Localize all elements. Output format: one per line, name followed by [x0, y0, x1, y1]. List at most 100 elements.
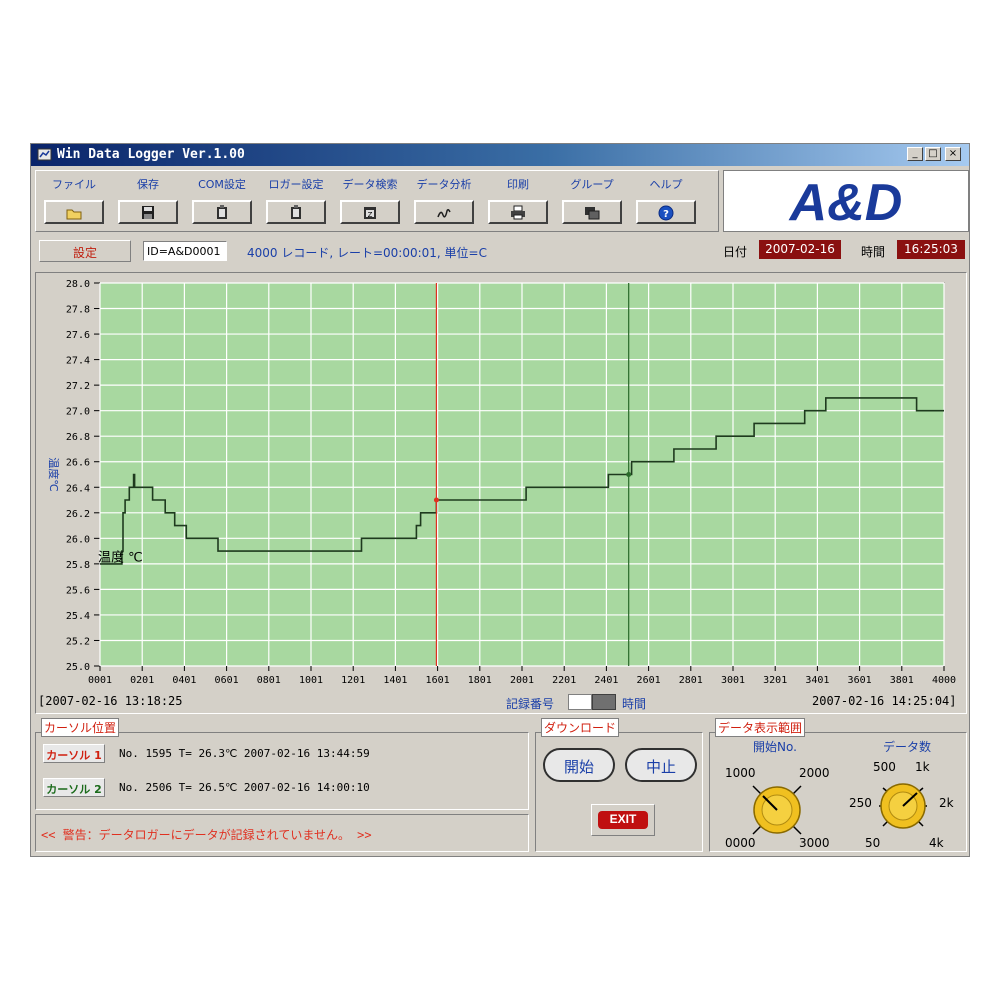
cursor1-label: カーソル 1: [46, 749, 102, 762]
toolbar-button[interactable]: ?: [636, 200, 696, 224]
y-tick-label: 25.0: [66, 662, 90, 673]
x-tick-label: 3401: [805, 675, 829, 686]
exit-badge: EXIT: [598, 811, 648, 829]
title-bar[interactable]: Win Data Logger Ver.1.00 _ □ ×: [31, 144, 969, 166]
toolbar-item: 保存: [115, 176, 181, 228]
cursor2-button[interactable]: カーソル 2: [43, 778, 105, 797]
y-tick-label: 26.4: [66, 483, 90, 494]
x-tick-label: 1201: [341, 675, 365, 686]
x-tick-label: 0001: [88, 675, 112, 686]
x-tick-label: 2001: [510, 675, 534, 686]
start-no-knob[interactable]: [747, 780, 807, 840]
y-tick-label: 25.4: [66, 611, 90, 622]
y-tick-label: 26.6: [66, 458, 90, 469]
toolbar-item: グループ: [559, 176, 625, 228]
chart-start-time: [2007-02-16 13:18:25: [38, 694, 183, 708]
toolbar-button[interactable]: [192, 200, 252, 224]
help-icon: ?: [658, 205, 674, 220]
x-tick-label: 0801: [257, 675, 281, 686]
x-tick-label: 0401: [172, 675, 196, 686]
and-logo-icon: A&D: [788, 174, 903, 232]
y-tick-label: 28.0: [66, 279, 90, 290]
exit-label: EXIT: [609, 812, 637, 826]
x-tick-label: 3601: [848, 675, 872, 686]
toolbar-item: データ検索 Z: [337, 176, 403, 228]
x-tick-label: 4000: [932, 675, 956, 686]
cursor-position-title: カーソル位置: [41, 718, 120, 737]
time-value: 16:25:03: [904, 242, 958, 256]
knob2-label-500: 500: [873, 760, 896, 774]
toolbar-label: データ分析: [416, 178, 472, 191]
signature-icon: [437, 208, 451, 218]
main-window: Win Data Logger Ver.1.00 _ □ × A&D 設定 ID…: [30, 143, 970, 857]
logger-id-field: ID=A&D0001: [143, 241, 227, 261]
x-axis-time-label: 時間: [622, 697, 647, 711]
close-button[interactable]: ×: [945, 147, 961, 161]
exit-button[interactable]: EXIT: [591, 804, 655, 836]
x-tick-label: 0601: [215, 675, 239, 686]
knob2-label-2k: 2k: [939, 796, 954, 810]
clipboard-icon: [291, 204, 301, 219]
y-tick-label: 27.4: [66, 356, 90, 367]
printer-icon: [511, 205, 525, 219]
svg-text:?: ?: [663, 209, 669, 220]
start-no-label: 開始No.: [753, 740, 797, 754]
y-tick-label: 26.8: [66, 432, 90, 443]
cursor-1-marker: [433, 497, 439, 503]
y-tick-label: 25.6: [66, 585, 90, 596]
knob2-label-4k: 4k: [929, 836, 944, 850]
toolbar-button[interactable]: Z: [340, 200, 400, 224]
y-tick-label: 27.0: [66, 407, 90, 418]
x-tick-label: 1601: [426, 675, 450, 686]
knob2-label-1k: 1k: [915, 760, 930, 774]
floppy-disk-icon: [142, 205, 154, 219]
toolbar-label: 保存: [137, 178, 159, 191]
x-tick-label: 0201: [130, 675, 154, 686]
y-tick-label: 26.2: [66, 509, 90, 520]
stop-download-button[interactable]: 中止: [625, 748, 697, 782]
y-tick-label: 27.6: [66, 330, 90, 341]
toolbar-label: 印刷: [507, 178, 529, 191]
y-tick-label: 26.0: [66, 534, 90, 545]
x-tick-label: 2801: [679, 675, 703, 686]
time-display: 16:25:03: [897, 240, 965, 259]
toolbar-label: ロガー設定: [268, 178, 324, 191]
maximize-button[interactable]: □: [925, 147, 941, 161]
data-count-label: データ数: [883, 740, 932, 754]
settings-button[interactable]: 設定: [39, 240, 131, 262]
toolbar-button[interactable]: [266, 200, 326, 224]
window-title: Win Data Logger Ver.1.00: [57, 147, 245, 162]
temperature-chart[interactable]: 25.0 25.2 25.4 25.6 25.8 26.0 26.2 26.4 26.6 26.8…: [36, 273, 966, 713]
start-download-button[interactable]: 開始: [543, 748, 615, 782]
x-axis-toggle[interactable]: [568, 694, 616, 710]
cursor1-button[interactable]: カーソル 1: [43, 744, 105, 763]
x-tick-label: 2201: [552, 675, 576, 686]
date-value: 2007-02-16: [765, 242, 835, 256]
cursor-position-group: [35, 732, 529, 810]
y-axis-label: 温度℃: [47, 457, 61, 491]
toolbar-label: ファイル: [52, 178, 96, 191]
series-label: 温度 ℃: [98, 549, 143, 565]
chart-panel: 25.0 25.2 25.4 25.6 25.8 26.0 26.2 26.4 26.6 26.8…: [35, 272, 967, 714]
x-tick-label: 2601: [637, 675, 661, 686]
toolbar-button[interactable]: [414, 200, 474, 224]
toolbar-button[interactable]: [488, 200, 548, 224]
toolbar-item: ヘルプ?: [633, 176, 699, 228]
toolbar-button[interactable]: [118, 200, 178, 224]
data-count-knob[interactable]: [873, 776, 933, 836]
knob1-label-2000: 2000: [799, 766, 830, 780]
logo: A&D: [723, 170, 969, 232]
toolbar-label: データ検索: [342, 178, 398, 191]
toolbar-item: COM設定: [189, 176, 255, 228]
knob1-label-1000: 1000: [725, 766, 756, 780]
toolbar-button[interactable]: [562, 200, 622, 224]
minimize-button[interactable]: _: [907, 147, 923, 161]
knob2-label-50: 50: [865, 836, 881, 850]
x-tick-label: 1001: [299, 675, 323, 686]
group-window-icon: [585, 206, 600, 219]
download-title: ダウンロード: [541, 718, 620, 737]
date-label: 日付: [723, 245, 748, 259]
toolbar-button[interactable]: [44, 200, 104, 224]
record-info: 4000 レコード, レート=00:00:01, 単位=C: [247, 246, 487, 260]
toolbar-item: 印刷: [485, 176, 551, 228]
